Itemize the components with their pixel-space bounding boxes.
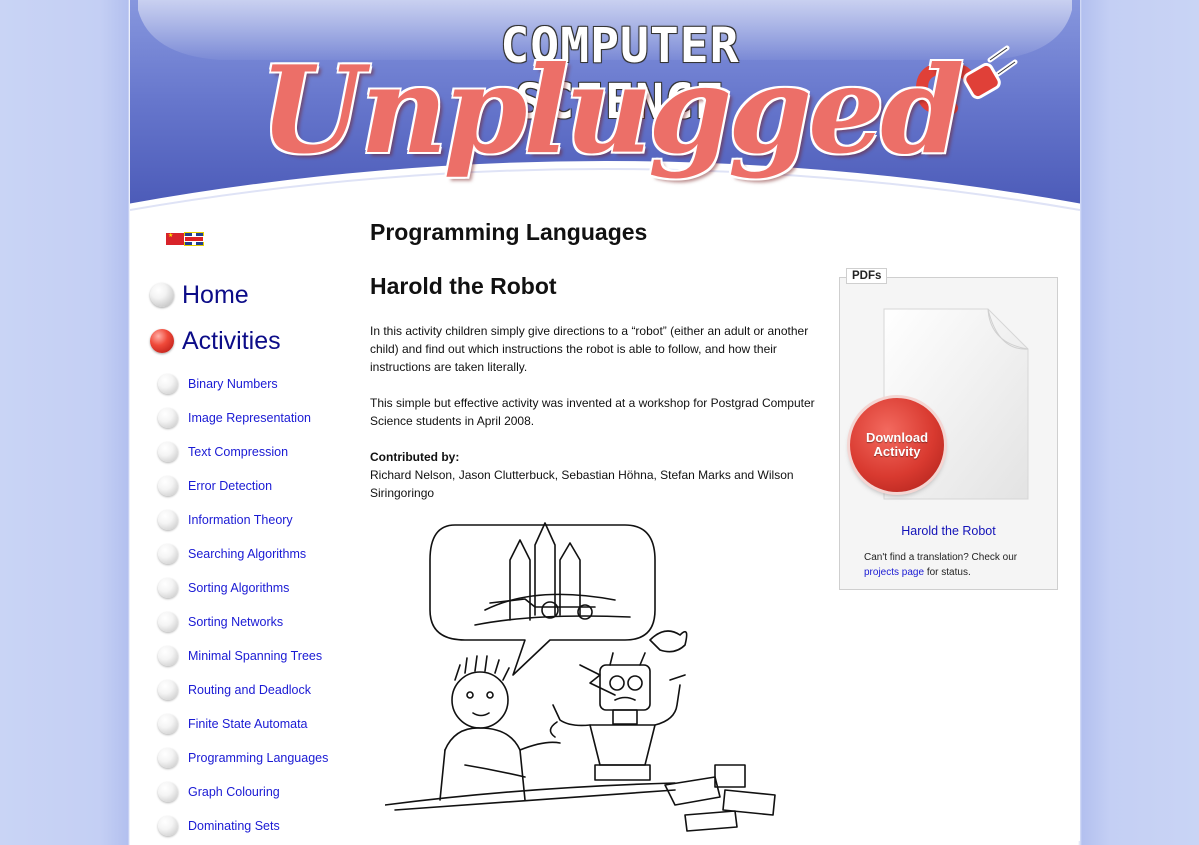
bullet-orb-icon <box>158 748 178 768</box>
bullet-orb-icon <box>158 782 178 802</box>
list-item: Sorting Algorithms <box>150 571 360 605</box>
section-title: Programming Languages <box>370 219 648 245</box>
download-activity-button[interactable]: Download Activity <box>850 398 944 492</box>
list-item: Finite State Automata <box>150 707 360 741</box>
sidebar-item-link[interactable]: Searching Algorithms <box>188 547 306 561</box>
sidebar-item-link[interactable]: Sorting Networks <box>188 615 283 629</box>
list-item: Minimal Spanning Trees <box>150 639 360 673</box>
intro-paragraph: In this activity children simply give di… <box>370 324 809 374</box>
sidebar-item-link[interactable]: Programming Languages <box>188 751 328 765</box>
note-text-after: for status. <box>926 567 971 578</box>
inactive-orb-icon <box>150 283 174 307</box>
sidebar-item-link[interactable]: Graph Colouring <box>188 785 280 799</box>
bullet-orb-icon <box>158 680 178 700</box>
page-title: Harold the Robot <box>370 273 557 299</box>
sidebar-item-link[interactable]: Error Detection <box>188 479 272 493</box>
list-item: Binary Numbers <box>150 367 360 401</box>
translation-note: Can't find a translation? Check our proj… <box>864 550 1044 580</box>
chinese-flag-icon[interactable] <box>166 233 184 245</box>
bullet-orb-icon <box>158 408 178 428</box>
sidebar-item-link[interactable]: Minimal Spanning Trees <box>188 649 322 663</box>
bullet-orb-icon <box>158 476 178 496</box>
list-item: Searching Algorithms <box>150 537 360 571</box>
bullet-orb-icon <box>158 612 178 632</box>
active-orb-icon <box>150 329 174 353</box>
sidebar-item-link[interactable]: Sorting Algorithms <box>188 581 289 595</box>
list-item: Error Detection <box>150 469 360 503</box>
badge-line1: Download <box>865 430 929 445</box>
activities-list: Binary Numbers Image Representation Text… <box>150 367 360 843</box>
list-item: Image Representation <box>150 401 360 435</box>
list-item: Dominating Sets <box>150 809 360 843</box>
bullet-orb-icon <box>158 374 178 394</box>
contributors-text: Richard Nelson, Jason Clutterbuck, Sebas… <box>370 468 794 500</box>
bullet-orb-icon <box>158 510 178 530</box>
nav-activities-label: Activities <box>182 326 281 355</box>
list-item: Sorting Networks <box>150 605 360 639</box>
language-selector <box>166 232 204 246</box>
list-item: Text Compression <box>150 435 360 469</box>
contributed-heading: Contributed by: <box>370 450 460 464</box>
logo-script-text: Unplugged <box>259 40 965 181</box>
robot-illustration <box>385 522 776 832</box>
pdf-panel-legend: PDFs <box>846 268 888 284</box>
nav-home[interactable]: Home <box>150 275 360 315</box>
page-container: COMPUTER SCIENCE Unplugged Home Activiti… <box>130 0 1080 841</box>
pdf-download-link[interactable]: Harold the Robot <box>840 524 1057 538</box>
sidebar-item-link[interactable]: Image Representation <box>188 411 311 425</box>
uk-flag-icon[interactable] <box>184 232 204 246</box>
list-item: Programming Languages <box>150 741 360 775</box>
list-item: Graph Colouring <box>150 775 360 809</box>
projects-page-link[interactable]: projects page <box>864 567 924 578</box>
site-header: COMPUTER SCIENCE Unplugged <box>130 0 1080 215</box>
list-item: Routing and Deadlock <box>150 673 360 707</box>
bullet-orb-icon <box>158 578 178 598</box>
nav-activities[interactable]: Activities <box>150 321 360 361</box>
bullet-orb-icon <box>158 544 178 564</box>
bullet-orb-icon <box>158 714 178 734</box>
sidebar-item-link[interactable]: Dominating Sets <box>188 819 280 833</box>
sidebar-nav: Home Activities Binary Numbers Image Rep… <box>150 275 360 843</box>
bullet-orb-icon <box>158 442 178 462</box>
sidebar-item-link[interactable]: Finite State Automata <box>188 717 308 731</box>
badge-line2: Activity <box>873 444 921 459</box>
pdf-panel: PDFs Download Activity Harold the Robot … <box>839 268 1058 590</box>
bullet-orb-icon <box>158 646 178 666</box>
bullet-orb-icon <box>158 816 178 836</box>
sidebar-item-link[interactable]: Routing and Deadlock <box>188 683 311 697</box>
nav-home-label: Home <box>182 280 249 309</box>
note-text-before: Can't find a translation? Check our <box>864 552 1018 563</box>
sidebar-item-link[interactable]: Text Compression <box>188 445 288 459</box>
history-paragraph: This simple but effective activity was i… <box>370 396 815 428</box>
main-content: Programming Languages Harold the Robot I… <box>370 215 830 832</box>
sidebar-item-link[interactable]: Binary Numbers <box>188 377 278 391</box>
sidebar-item-link[interactable]: Information Theory <box>188 513 293 527</box>
list-item: Information Theory <box>150 503 360 537</box>
